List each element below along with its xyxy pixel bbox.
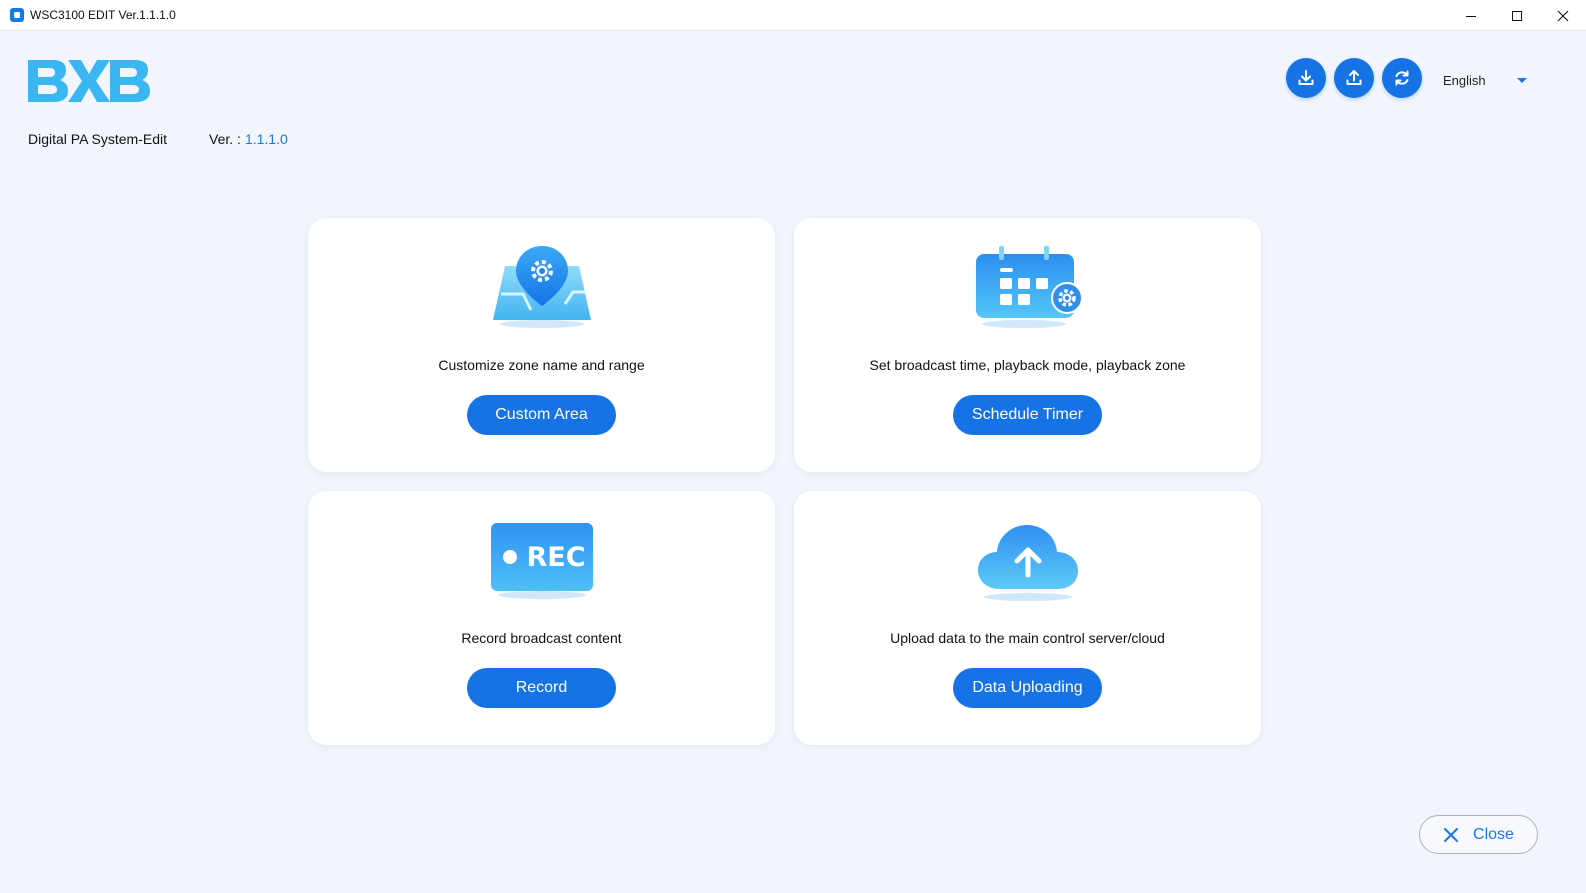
chevron-down-icon [1517,77,1527,83]
custom-area-card: Customize zone name and range Custom Are… [308,218,775,472]
download-button[interactable] [1286,58,1326,98]
card-description: Record broadcast content [461,630,622,646]
card-description: Customize zone name and range [438,357,645,373]
maximize-button[interactable] [1494,0,1540,31]
rec-icon-label: REC [526,542,585,573]
schedule-timer-card: Set broadcast time, playback mode, playb… [794,218,1261,472]
language-value: English [1443,72,1486,88]
refresh-button[interactable] [1382,58,1422,98]
app-icon [10,8,24,22]
illustration [968,517,1088,603]
minimize-button[interactable] [1448,0,1494,31]
illustration: REC [482,517,602,603]
title-bar: WSC3100 EDIT Ver.1.1.1.0 [0,0,1586,31]
version-label: Ver. : [209,131,241,147]
custom-area-button[interactable]: Custom Area [467,395,616,435]
brand-logo [28,60,150,102]
minimize-icon [1466,15,1476,17]
illustration [482,244,602,330]
maximize-icon [1512,10,1522,21]
refresh-icon [1395,70,1409,86]
upload-icon [1346,70,1362,85]
app-subtitle: Digital PA System-Edit Ver. : 1.1.1.0 [28,131,288,147]
close-icon [1444,827,1459,842]
data-uploading-card: Upload data to the main control server/c… [794,491,1261,745]
data-uploading-button[interactable]: Data Uploading [953,668,1102,708]
window-title: WSC3100 EDIT Ver.1.1.1.0 [30,8,176,22]
card-description: Set broadcast time, playback mode, playb… [869,357,1186,373]
illustration [968,244,1088,330]
calendar-gear-icon [975,246,1083,328]
close-button[interactable]: Close [1419,815,1538,854]
card-description: Upload data to the main control server/c… [890,630,1165,646]
window-close-button[interactable] [1540,0,1586,31]
close-icon [1557,10,1569,21]
language-select[interactable]: English [1443,71,1533,89]
schedule-timer-button[interactable]: Schedule Timer [953,395,1102,435]
record-card: REC Record broadcast content Record [308,491,775,745]
cloud-upload-icon [977,525,1078,601]
top-actions [1286,58,1422,98]
download-icon [1298,70,1314,85]
window-controls [1448,0,1586,31]
map-location-gear-icon [492,246,591,328]
close-label: Close [1473,825,1514,843]
upload-button[interactable] [1334,58,1374,98]
version-value: 1.1.1.0 [244,131,288,147]
rec-icon: REC [490,523,593,599]
app-name: Digital PA System-Edit [28,131,168,147]
record-button[interactable]: Record [467,668,616,708]
